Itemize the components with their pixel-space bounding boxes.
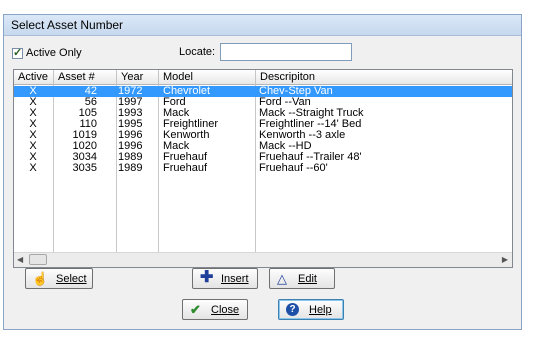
asset-table[interactable]: Active Asset # Year Model Descripiton X4… <box>13 69 513 268</box>
column-header-year[interactable]: Year <box>117 70 159 85</box>
active-only-checkbox[interactable]: ✓ <box>12 47 23 59</box>
checkmark-icon: ✓ <box>13 47 23 59</box>
column-header-active[interactable]: Active <box>14 70 54 85</box>
cell-desc: Fruehauf --60' <box>259 162 328 174</box>
close-button-label: Close <box>211 304 240 316</box>
plus-icon: ✚ <box>200 269 214 286</box>
scroll-left-icon[interactable]: ◀ <box>17 255 23 264</box>
scroll-right-icon[interactable]: ▶ <box>502 255 508 264</box>
dialog-title: Select Asset Number <box>11 18 124 32</box>
locate-input[interactable] <box>220 43 352 61</box>
help-icon: ? <box>286 303 299 316</box>
scroll-thumb[interactable] <box>29 254 47 265</box>
insert-button[interactable]: ✚ Insert <box>192 268 258 289</box>
triangle-edit-icon: △ <box>277 271 287 286</box>
select-asset-dialog: Select Asset Number ✓ Active Only Locate… <box>3 14 522 330</box>
cell-year: 1989 <box>118 162 143 174</box>
hand-pointer-icon: ☝ <box>32 271 49 286</box>
table-row[interactable]: X 3035 1989 Fruehauf Fruehauf --60' <box>14 163 512 174</box>
title-bar: Select Asset Number <box>4 15 521 36</box>
horizontal-scrollbar[interactable]: ◀ ▶ <box>14 252 512 267</box>
column-header-model[interactable]: Model <box>159 70 256 85</box>
help-button-label: Help <box>309 304 332 316</box>
checkmark-close-icon: ✔ <box>190 302 201 317</box>
close-button[interactable]: ✔ Close <box>182 299 248 320</box>
edit-button[interactable]: △ Edit <box>269 268 335 289</box>
insert-button-label: Insert <box>221 273 249 285</box>
help-button[interactable]: ? Help <box>278 299 344 320</box>
cell-active: X <box>29 162 37 174</box>
column-header-description[interactable]: Descripiton <box>256 70 512 85</box>
edit-button-label: Edit <box>298 273 317 285</box>
locate-label: Locate: <box>179 46 216 58</box>
column-header-asset[interactable]: Asset # <box>54 70 117 85</box>
select-button[interactable]: ☝ Select <box>25 268 93 289</box>
cell-model: Fruehauf <box>163 162 208 174</box>
cell-asset: 3035 <box>72 162 97 174</box>
select-button-label: Select <box>56 273 87 285</box>
active-only-label: Active Only <box>26 47 82 59</box>
